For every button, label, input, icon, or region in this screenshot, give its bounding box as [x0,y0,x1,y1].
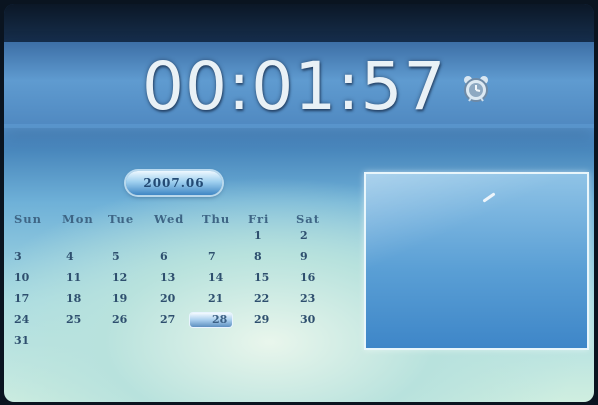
calendar-day[interactable]: 16 [300,271,340,284]
calendar-day[interactable]: 3 [14,250,54,263]
calendar-day[interactable]: 5 [112,250,152,263]
weekday-sat: Sat [296,212,321,226]
weekday-wed: Wed [154,212,185,226]
calendar-day[interactable]: 9 [300,250,340,263]
month-selector[interactable]: 2007.06 [126,171,222,195]
calendar-day[interactable]: 17 [14,292,54,305]
weekday-tue: Tue [108,212,135,226]
calendar-day[interactable]: 7 [208,250,248,263]
calendar-day[interactable]: 20 [160,292,200,305]
photo-preview[interactable] [364,172,589,350]
calendar-day[interactable]: 2 [300,229,340,242]
calendar-day[interactable]: 28 [212,313,252,326]
calendar-day[interactable]: 6 [160,250,200,263]
calendar-day[interactable]: 4 [66,250,106,263]
calendar-day[interactable]: 26 [112,313,152,326]
calendar-day[interactable]: 11 [66,271,106,284]
screen-glare [482,192,496,203]
weekday-sun: Sun [14,212,43,226]
calendar-day[interactable]: 14 [208,271,248,284]
calendar-day[interactable]: 18 [66,292,106,305]
calendar-day[interactable]: 27 [160,313,200,326]
calendar-day[interactable]: 10 [14,271,54,284]
header-glow [4,124,594,152]
digital-clock: 00:01:57 [142,48,447,125]
alarm-clock-icon[interactable] [462,74,490,104]
calendar-day[interactable]: 22 [254,292,294,305]
calendar-day[interactable]: 24 [14,313,54,326]
calendar-day[interactable]: 30 [300,313,340,326]
calendar-day[interactable]: 19 [112,292,152,305]
calendar-day[interactable]: 8 [254,250,294,263]
device-screen: 00:01:57 2007.06 Sun Mon Tue Wed Thu Fri… [4,4,594,402]
calendar-day[interactable]: 13 [160,271,200,284]
calendar-day[interactable]: 15 [254,271,294,284]
calendar-day[interactable]: 29 [254,313,294,326]
calendar-day[interactable]: 31 [14,334,54,347]
weekday-thu: Thu [202,212,231,226]
top-bezel [4,4,594,44]
calendar-day[interactable]: 23 [300,292,340,305]
calendar-day[interactable]: 1 [254,229,294,242]
calendar-day[interactable]: 12 [112,271,152,284]
weekday-mon: Mon [62,212,94,226]
calendar-day[interactable]: 21 [208,292,248,305]
weekday-fri: Fri [248,212,270,226]
calendar-day[interactable]: 25 [66,313,106,326]
